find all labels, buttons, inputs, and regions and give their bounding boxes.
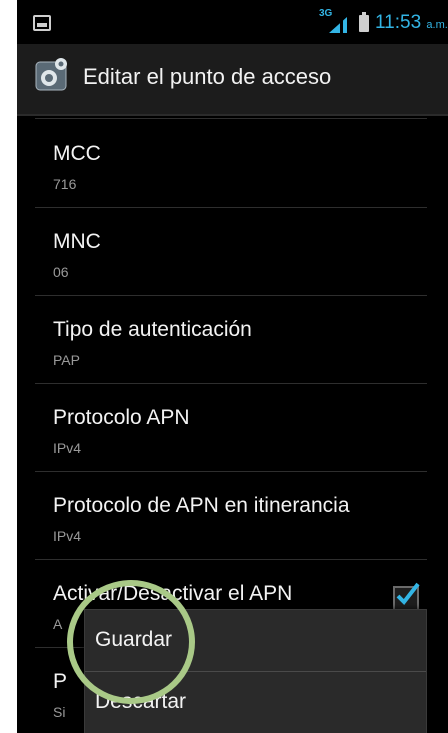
list-item-mcc[interactable]: MCC 716 [35,120,433,208]
clock-ampm: a.m. [426,19,448,31]
list-item-mnc[interactable]: MNC 06 [35,208,433,296]
list-item-title: Protocolo de APN en itinerancia [53,494,350,517]
checkmark-icon [396,582,420,606]
list-item-roaming-protocol[interactable]: Protocolo de APN en itinerancia IPv4 [35,472,433,560]
clock: 11:53 a.m. [375,12,448,34]
list-item-value: IPv4 [53,440,82,456]
options-popup-menu: Guardar Descartar [84,609,427,733]
menu-item-discard[interactable]: Descartar [85,672,426,733]
page-title: Editar el punto de acceso [83,64,332,89]
battery-icon [359,12,369,32]
menu-item-save[interactable]: Guardar [85,610,426,672]
signal-icon: 3G [319,8,353,33]
list-item-apn-protocol[interactable]: Protocolo APN IPv4 [35,384,433,472]
list-item-auth-type[interactable]: Tipo de autenticación PAP [35,296,433,384]
list-item-title: MNC [53,230,101,253]
list-item-title: Tipo de autenticación [53,318,252,341]
clock-time: 11:53 [375,12,422,33]
list-item-title: Protocolo APN [53,406,190,429]
status-bar: 3G 11:53 a.m. [17,0,448,44]
list-item-title: Activar/Desactivar el APN [53,582,293,605]
menu-item-label: Descartar [95,690,187,713]
list-item-value: Si [53,704,66,720]
list-item-value: 716 [53,176,77,192]
menu-item-label: Guardar [95,628,173,651]
list-item-title: P [53,670,68,693]
action-bar: Editar el punto de acceso [17,44,448,116]
list-item-value: IPv4 [53,528,82,544]
list-item-value: PAP [53,352,80,368]
divider [35,118,427,119]
phone-screen: 3G 11:53 a.m. Editar el punto de acceso … [17,0,448,733]
list-item-title: MCC [53,142,101,165]
list-item-value: A [53,616,63,632]
screenshot-notification-icon [33,15,51,31]
settings-gear-icon[interactable] [35,56,69,92]
list-item-value: 06 [53,264,69,280]
